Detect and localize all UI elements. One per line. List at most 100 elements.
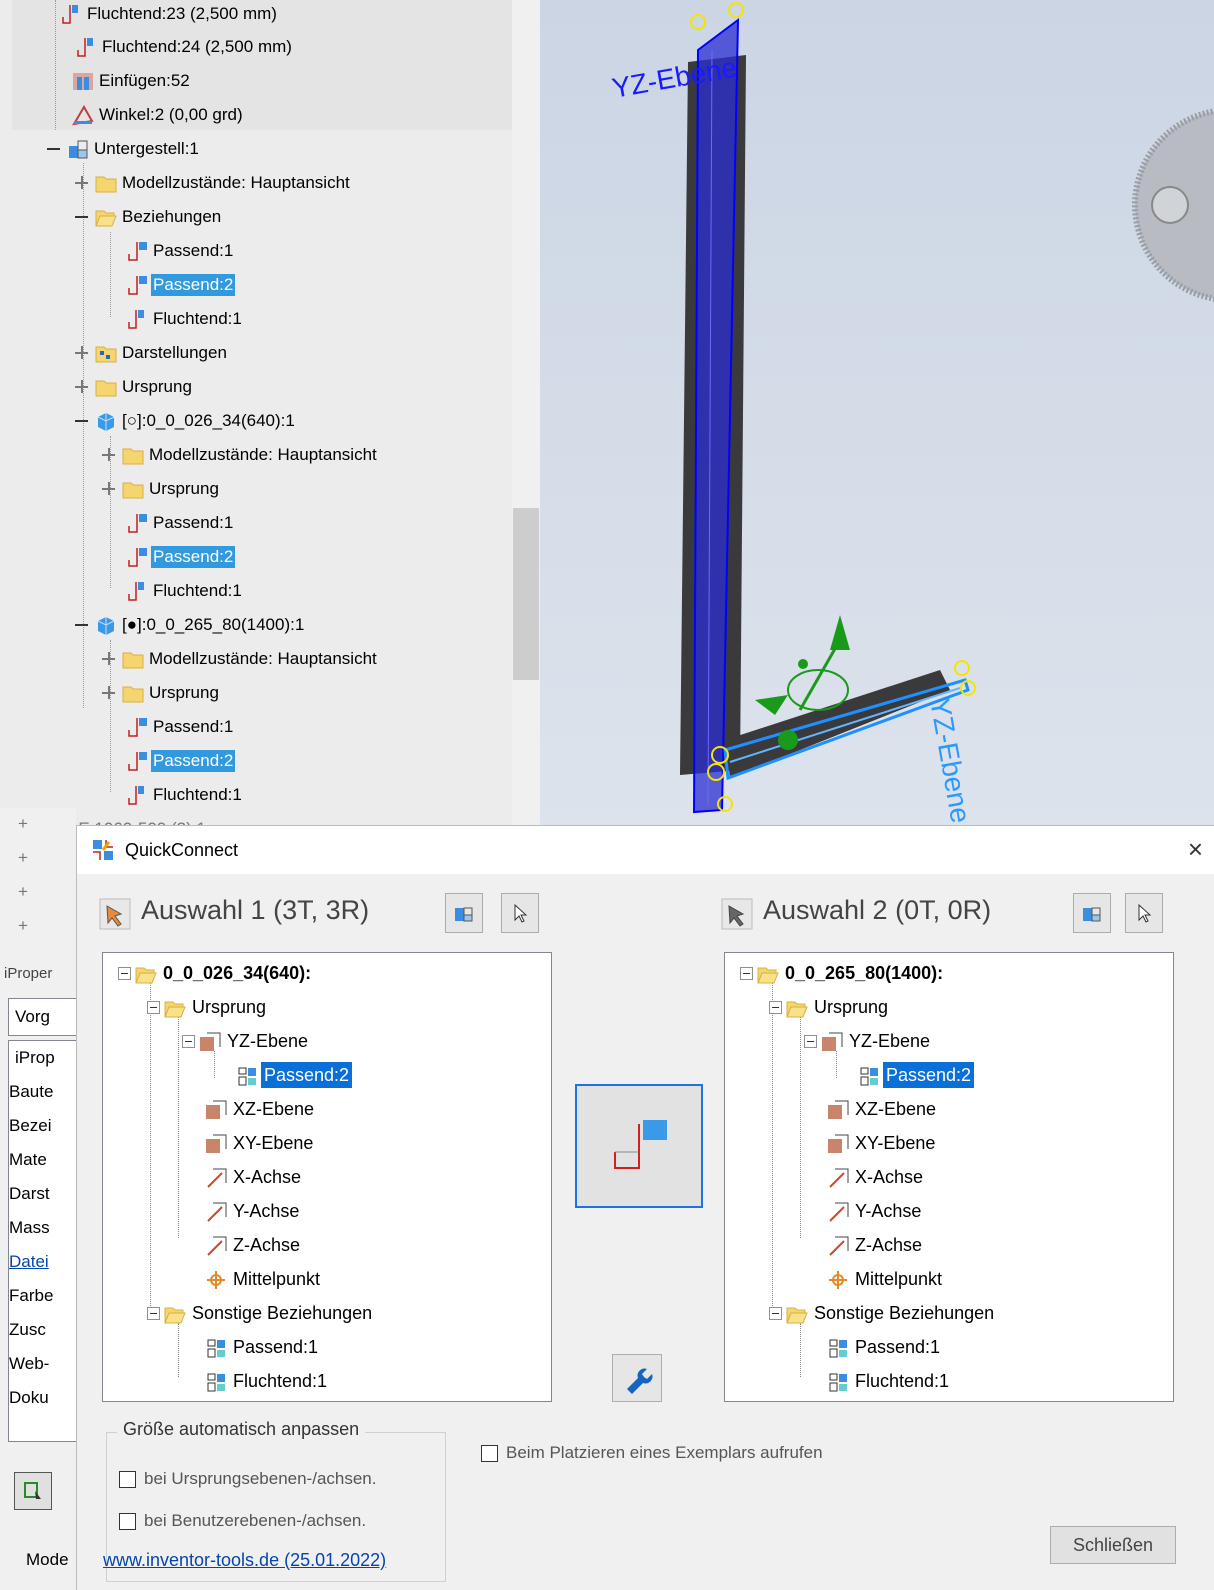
model-view[interactable]: YZ-Ebene YZ-Ebene — [540, 0, 1214, 830]
tree-row[interactable]: Passend:1 — [126, 709, 235, 743]
expand-icon[interactable]: + — [18, 848, 28, 868]
selection1-pointer-button[interactable] — [501, 893, 539, 933]
settings-button[interactable] — [612, 1354, 662, 1402]
table-row[interactable]: Zusc — [9, 1313, 81, 1347]
expand-icon[interactable] — [102, 651, 116, 666]
tree-node[interactable]: Mittelpunkt — [827, 1261, 945, 1295]
table-row[interactable]: Mate — [9, 1143, 81, 1177]
collapse-icon[interactable] — [769, 1306, 782, 1320]
table-row[interactable]: Darst — [9, 1177, 81, 1211]
tree-row[interactable]: Modellzustände: Hauptansicht — [75, 165, 352, 199]
tree-row[interactable]: [●]:0_0_265_80(1400):1 — [75, 607, 306, 641]
table-row[interactable]: Mass — [9, 1211, 81, 1245]
invoke-on-place-checkbox[interactable]: Beim Platzieren eines Exemplars aufrufen — [481, 1443, 823, 1463]
collapse-icon[interactable] — [75, 618, 89, 632]
collapse-icon[interactable] — [804, 1034, 817, 1048]
graphics-viewport[interactable]: YZ-Ebene YZ-Ebene — [540, 0, 1214, 830]
table-row-link[interactable]: Datei — [9, 1245, 81, 1279]
tree-node[interactable]: Passend:1 — [827, 1329, 943, 1363]
tree-row[interactable]: Untergestell:1 — [47, 131, 201, 165]
tree-row[interactable]: [○]:0_0_026_34(640):1 — [75, 403, 297, 437]
tree-node[interactable]: XY-Ebene — [827, 1125, 938, 1159]
checkbox-box[interactable] — [119, 1513, 136, 1531]
browser-scrollbar-thumb[interactable] — [513, 508, 539, 680]
expand-icon[interactable] — [75, 379, 89, 394]
close-icon[interactable]: × — [1188, 834, 1203, 865]
tree-node[interactable]: XY-Ebene — [205, 1125, 316, 1159]
tree-row[interactable]: Modellzustände: Hauptansicht — [102, 641, 379, 675]
collapse-icon[interactable] — [740, 966, 753, 980]
expand-icon[interactable] — [102, 481, 116, 496]
tree-row[interactable]: Fluchtend:1 — [126, 573, 244, 607]
tree-node[interactable]: Ursprung — [769, 989, 891, 1023]
tree-row[interactable]: Ursprung — [102, 675, 221, 709]
tree-node[interactable]: Passend:1 — [205, 1329, 321, 1363]
selection2-tree[interactable]: 0_0_265_80(1400): Ursprung YZ-Ebene Pass… — [724, 952, 1174, 1402]
checkbox-box[interactable] — [119, 1471, 136, 1489]
tree-node[interactable]: Z-Achse — [205, 1227, 303, 1261]
tree-node[interactable]: 0_0_265_80(1400): — [740, 955, 946, 989]
selection1-component-button[interactable] — [445, 893, 483, 933]
tree-node[interactable]: Mittelpunkt — [205, 1261, 323, 1295]
collapse-icon[interactable] — [75, 414, 89, 428]
tree-node[interactable]: XZ-Ebene — [827, 1091, 939, 1125]
tree-node[interactable]: Ursprung — [147, 989, 269, 1023]
browser-scrollbar[interactable] — [512, 0, 540, 830]
tree-node[interactable]: Z-Achse — [827, 1227, 925, 1261]
tree-row[interactable]: Passend:2 — [126, 539, 236, 573]
tree-node[interactable]: Y-Achse — [827, 1193, 924, 1227]
collapse-icon[interactable] — [47, 142, 61, 156]
table-row[interactable]: Web- — [9, 1347, 81, 1381]
collapse-icon[interactable] — [147, 1306, 160, 1320]
tree-row[interactable]: Ursprung — [102, 471, 221, 505]
collapse-icon[interactable] — [118, 966, 131, 980]
tree-row[interactable]: Winkel:2 (0,00 grd) — [72, 97, 245, 131]
collapse-icon[interactable] — [147, 1000, 160, 1014]
tree-row[interactable]: Fluchtend:1 — [126, 777, 244, 811]
autosize-user-checkbox[interactable]: bei Benutzerebenen-/achsen. — [119, 1511, 366, 1531]
expand-icon[interactable]: + — [18, 882, 28, 902]
tree-row[interactable]: Ursprung — [75, 369, 194, 403]
tree-row[interactable]: Passend:1 — [126, 233, 235, 267]
expand-icon[interactable] — [102, 685, 116, 700]
tree-node[interactable]: 0_0_026_34(640): — [118, 955, 314, 989]
template-select[interactable]: Vorg — [8, 998, 78, 1036]
tree-node[interactable]: Fluchtend:1 — [205, 1363, 330, 1397]
tree-node[interactable]: X-Achse — [205, 1159, 304, 1193]
collapse-icon[interactable] — [182, 1034, 195, 1048]
tree-row[interactable]: Passend:2 — [126, 743, 236, 777]
tree-node[interactable]: YZ-Ebene — [804, 1023, 933, 1057]
table-row[interactable]: Doku — [9, 1381, 81, 1415]
collapse-icon[interactable] — [75, 210, 89, 224]
tree-row[interactable]: Fluchtend:23 (2,500 mm) — [60, 0, 279, 30]
close-button[interactable]: Schließen — [1050, 1526, 1176, 1564]
tree-node[interactable]: YZ-Ebene — [182, 1023, 311, 1057]
autosize-origin-checkbox[interactable]: bei Ursprungsebenen-/achsen. — [119, 1469, 376, 1489]
expand-icon[interactable]: + — [18, 916, 28, 936]
selection1-tree[interactable]: 0_0_026_34(640): Ursprung YZ-Ebene Passe… — [102, 952, 552, 1402]
expand-icon[interactable] — [75, 175, 89, 190]
tree-row[interactable]: Passend:1 — [126, 505, 235, 539]
tree-row[interactable]: Fluchtend:24 (2,500 mm) — [75, 29, 294, 63]
tree-row[interactable]: Beziehungen — [75, 199, 223, 233]
table-row[interactable]: Baute — [9, 1075, 81, 1109]
expand-icon[interactable] — [102, 447, 116, 462]
tree-row[interactable]: Einfügen:52 — [72, 63, 192, 97]
tree-node[interactable]: Sonstige Beziehungen — [769, 1295, 997, 1329]
panel-tool-button[interactable] — [14, 1472, 52, 1510]
expand-icon[interactable] — [75, 345, 89, 360]
selection2-component-button[interactable] — [1073, 893, 1111, 933]
checkbox-box[interactable] — [481, 1445, 498, 1463]
tree-node[interactable]: X-Achse — [827, 1159, 926, 1193]
dialog-titlebar[interactable]: QuickConnect × — [77, 826, 1214, 874]
selection2-pointer-button[interactable] — [1125, 893, 1163, 933]
tree-node[interactable]: Y-Achse — [205, 1193, 302, 1227]
website-link[interactable]: www.inventor-tools.de (25.01.2022) — [103, 1550, 386, 1571]
tree-row[interactable]: Modellzustände: Hauptansicht — [102, 437, 379, 471]
tree-row[interactable]: Fluchtend:1 — [126, 301, 244, 335]
tree-node[interactable]: Fluchtend:1 — [827, 1363, 952, 1397]
tree-node[interactable]: Passend:2 — [858, 1057, 975, 1091]
tree-row[interactable]: Darstellungen — [75, 335, 229, 369]
tree-row[interactable]: Passend:2 — [126, 267, 236, 301]
apply-constraint-button[interactable] — [575, 1084, 703, 1208]
